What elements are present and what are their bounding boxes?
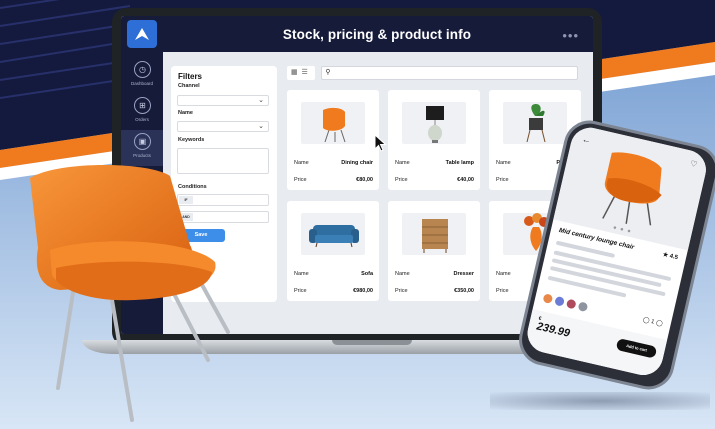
product-card[interactable]: Name Price Dresser €350,00 bbox=[388, 201, 480, 301]
cart-icon: ⊞ bbox=[134, 97, 151, 114]
name-select[interactable]: ⌄ bbox=[177, 121, 269, 132]
product-price: €40,00 bbox=[457, 177, 474, 183]
keywords-label: Keywords bbox=[178, 137, 205, 143]
price-key: Price bbox=[294, 288, 307, 294]
price-key: Price bbox=[395, 177, 408, 183]
product-name: Sofa bbox=[361, 271, 373, 277]
more-dots-icon[interactable]: ••• bbox=[562, 28, 579, 43]
view-toggle-icon[interactable]: ▦ ☰ bbox=[287, 66, 315, 80]
product-price: €350,00 bbox=[454, 288, 474, 294]
mouse-cursor-icon bbox=[374, 134, 387, 152]
product-image bbox=[301, 213, 365, 255]
gauge-icon: ◷ bbox=[134, 61, 151, 78]
product-image bbox=[503, 102, 567, 144]
price-key: Price bbox=[496, 288, 509, 294]
product-card[interactable]: Name Price Table lamp €40,00 bbox=[388, 90, 480, 190]
channel-select[interactable]: ⌄ bbox=[177, 95, 269, 106]
laptop-notch bbox=[332, 340, 412, 345]
description-line bbox=[547, 275, 627, 298]
box-icon: ▣ bbox=[134, 133, 151, 150]
product-name: Dining chair bbox=[341, 160, 373, 166]
rating-badge: ★ 4.5 bbox=[662, 251, 679, 262]
product-name: Dresser bbox=[453, 271, 475, 277]
color-swatch[interactable] bbox=[554, 295, 565, 307]
sidebar-item-label: Orders bbox=[135, 117, 149, 122]
chevron-down-icon: ⌄ bbox=[258, 97, 264, 104]
product-image bbox=[402, 213, 466, 255]
color-swatch[interactable] bbox=[542, 293, 554, 305]
channel-label: Channel bbox=[178, 83, 200, 89]
product-image bbox=[402, 102, 466, 144]
name-key: Name bbox=[395, 160, 410, 166]
name-key: Name bbox=[294, 160, 309, 166]
name-key: Name bbox=[395, 271, 410, 277]
app-titlebar: Stock, pricing & product info ••• bbox=[121, 16, 593, 52]
name-key: Name bbox=[496, 160, 511, 166]
chevron-down-icon: ⌄ bbox=[258, 123, 264, 130]
price-key: Price bbox=[395, 288, 408, 294]
product-price: €80,00 bbox=[356, 177, 373, 183]
product-image bbox=[301, 102, 365, 144]
page-title: Stock, pricing & product info bbox=[282, 27, 472, 42]
sidebar-item-dashboard[interactable]: ◷ Dashboard bbox=[121, 58, 163, 94]
color-swatch[interactable] bbox=[577, 301, 589, 313]
search-icon[interactable]: ⚲ bbox=[321, 66, 335, 80]
price-key: Price bbox=[294, 177, 307, 183]
sidebar-item-orders[interactable]: ⊞ Orders bbox=[121, 94, 163, 130]
product-price: €980,00 bbox=[353, 288, 373, 294]
phone-shadow bbox=[490, 392, 710, 410]
name-key: Name bbox=[294, 271, 309, 277]
name-key: Name bbox=[496, 271, 511, 277]
product-card[interactable]: Name Price Sofa €980,00 bbox=[287, 201, 379, 301]
quantity-value: 1 bbox=[650, 318, 655, 326]
product-name: Table lamp bbox=[445, 160, 474, 166]
color-swatch[interactable] bbox=[565, 298, 577, 310]
search-input[interactable] bbox=[334, 66, 578, 80]
price-key: Price bbox=[496, 177, 509, 183]
filters-title: Filters bbox=[178, 72, 203, 81]
sidebar-item-label: Dashboard bbox=[130, 81, 153, 86]
heart-icon[interactable]: ♡ bbox=[689, 159, 698, 169]
name-label: Name bbox=[178, 110, 193, 116]
product-card[interactable]: Name Price Dining chair €80,00 bbox=[287, 90, 379, 190]
product-chair-image bbox=[602, 152, 662, 226]
quantity-stepper[interactable]: ◯ 1 ◯ bbox=[642, 316, 663, 327]
back-arrow-icon[interactable]: ← bbox=[581, 134, 592, 146]
orange-chair-photo bbox=[30, 165, 230, 422]
product-toolbar: ▦ ☰ ⚲ bbox=[287, 66, 578, 80]
